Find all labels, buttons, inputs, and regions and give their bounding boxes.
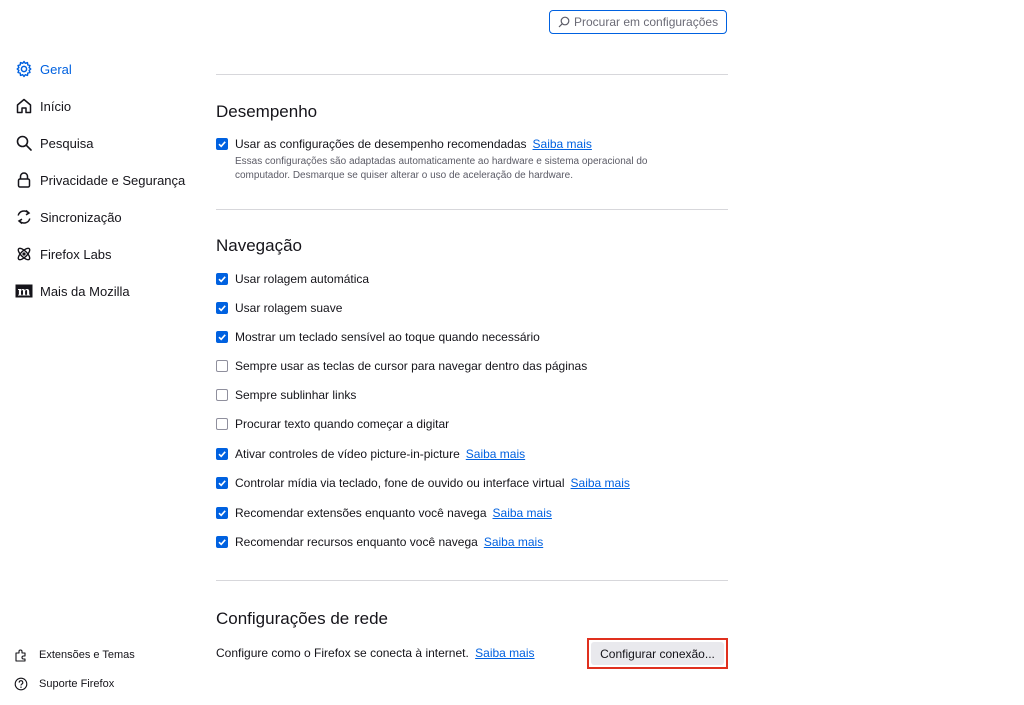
nav-option-recommend-extensions[interactable]: Recomendar extensões enquanto você naveg… (216, 505, 552, 521)
sidebar: Geral Início Pesquisa Privacidade e Segu… (0, 0, 200, 705)
option-label: Procurar texto quando começar a digitar (235, 417, 450, 431)
gear-icon (14, 59, 34, 79)
option-label: Sempre sublinhar links (235, 388, 357, 402)
learn-more-link[interactable]: Saiba mais (533, 137, 592, 151)
labs-icon (14, 244, 34, 264)
sidebar-item-privacidade[interactable]: Privacidade e Segurança (14, 169, 185, 191)
sync-icon (14, 207, 34, 227)
sidebar-item-mais-mozilla[interactable]: m Mais da Mozilla (14, 280, 130, 302)
nav-option-recommend-features[interactable]: Recomendar recursos enquanto você navega… (216, 534, 543, 550)
option-label: Usar rolagem automática (235, 272, 370, 286)
sidebar-footer-label: Suporte Firefox (39, 678, 115, 690)
option-label: Recomendar extensões enquanto você naveg… (235, 506, 487, 520)
settings-search-box[interactable] (549, 10, 727, 34)
learn-more-link[interactable]: Saiba mais (571, 476, 630, 490)
section-divider (216, 209, 728, 210)
mozilla-icon: m (14, 281, 34, 301)
home-icon (14, 96, 34, 116)
nav-option-underline-links[interactable]: Sempre sublinhar links (216, 387, 356, 403)
learn-more-link[interactable]: Saiba mais (466, 447, 525, 461)
configure-connection-button[interactable]: Configurar conexão... (587, 638, 728, 669)
search-icon (558, 16, 570, 28)
checkbox-unchecked[interactable] (216, 360, 228, 372)
sidebar-item-label: Pesquisa (40, 135, 94, 151)
checkbox-checked[interactable] (216, 536, 228, 548)
network-section-title: Configurações de rede (216, 609, 389, 628)
section-divider (216, 74, 728, 75)
checkbox-unchecked[interactable] (216, 389, 228, 401)
option-label: Mostrar um teclado sensível ao toque qua… (235, 330, 540, 344)
nav-option-autoscroll[interactable]: Usar rolagem automática (216, 271, 369, 287)
nav-option-smooth-scroll[interactable]: Usar rolagem suave (216, 300, 342, 316)
option-label: Recomendar recursos enquanto você navega (235, 535, 478, 549)
learn-more-link[interactable]: Saiba mais (475, 646, 534, 660)
sidebar-item-sincronizacao[interactable]: Sincronização (14, 206, 122, 228)
learn-more-link[interactable]: Saiba mais (493, 506, 552, 520)
network-description: Configure como o Firefox se conecta à in… (216, 646, 469, 660)
sidebar-item-label: Privacidade e Segurança (40, 172, 186, 188)
sidebar-item-inicio[interactable]: Início (14, 95, 71, 117)
option-label: Controlar mídia via teclado, fone de ouv… (235, 476, 565, 490)
checkbox-checked[interactable] (216, 302, 228, 314)
sidebar-item-geral[interactable]: Geral (14, 58, 72, 80)
sidebar-item-label: Firefox Labs (40, 246, 112, 262)
svg-text:m: m (18, 284, 31, 298)
lock-icon (14, 170, 34, 190)
performance-description: Essas configurações são adaptadas automa… (235, 156, 648, 181)
performance-section-title: Desempenho (216, 102, 318, 121)
nav-option-find-as-you-type[interactable]: Procurar texto quando começar a digitar (216, 416, 449, 432)
checkbox-checked[interactable] (216, 331, 228, 343)
learn-more-link[interactable]: Saiba mais (484, 535, 543, 549)
sidebar-item-label: Geral (40, 61, 72, 77)
help-icon (14, 677, 28, 691)
sidebar-item-label: Sincronização (40, 209, 122, 225)
configure-connection-label: Configurar conexão... (591, 642, 724, 665)
nav-option-caret-browsing[interactable]: Sempre usar as teclas de cursor para nav… (216, 358, 587, 374)
checkbox-checked[interactable] (216, 273, 228, 285)
section-divider (216, 580, 728, 581)
checkbox-unchecked[interactable] (216, 418, 228, 430)
checkbox-checked[interactable] (216, 507, 228, 519)
sidebar-item-label: Mais da Mozilla (40, 283, 130, 299)
recommended-performance-option[interactable]: Usar as configurações de desempenho reco… (216, 136, 592, 152)
checkbox-checked[interactable] (216, 138, 228, 150)
network-description-row: Configure como o Firefox se conecta à in… (216, 646, 535, 660)
option-label: Sempre usar as teclas de cursor para nav… (235, 359, 588, 373)
checkbox-checked[interactable] (216, 448, 228, 460)
nav-option-picture-in-picture[interactable]: Ativar controles de vídeo picture-in-pic… (216, 446, 525, 462)
option-label: Usar as configurações de desempenho reco… (235, 137, 527, 151)
sidebar-footer-label: Extensões e Temas (39, 649, 135, 661)
sidebar-item-pesquisa[interactable]: Pesquisa (14, 132, 93, 154)
navigation-section-title: Navegação (216, 236, 303, 255)
nav-option-touch-keyboard[interactable]: Mostrar um teclado sensível ao toque qua… (216, 329, 540, 345)
option-label: Usar rolagem suave (235, 301, 343, 315)
search-input[interactable] (574, 15, 724, 29)
option-label: Ativar controles de vídeo picture-in-pic… (235, 447, 460, 461)
sidebar-item-label: Início (40, 98, 72, 114)
sidebar-firefox-support[interactable]: Suporte Firefox (14, 673, 114, 695)
nav-option-media-control[interactable]: Controlar mídia via teclado, fone de ouv… (216, 475, 630, 491)
checkbox-checked[interactable] (216, 477, 228, 489)
sidebar-item-firefox-labs[interactable]: Firefox Labs (14, 243, 112, 265)
puzzle-icon (14, 648, 28, 662)
sidebar-extensions-themes[interactable]: Extensões e Temas (14, 644, 135, 666)
search-icon (14, 133, 34, 153)
